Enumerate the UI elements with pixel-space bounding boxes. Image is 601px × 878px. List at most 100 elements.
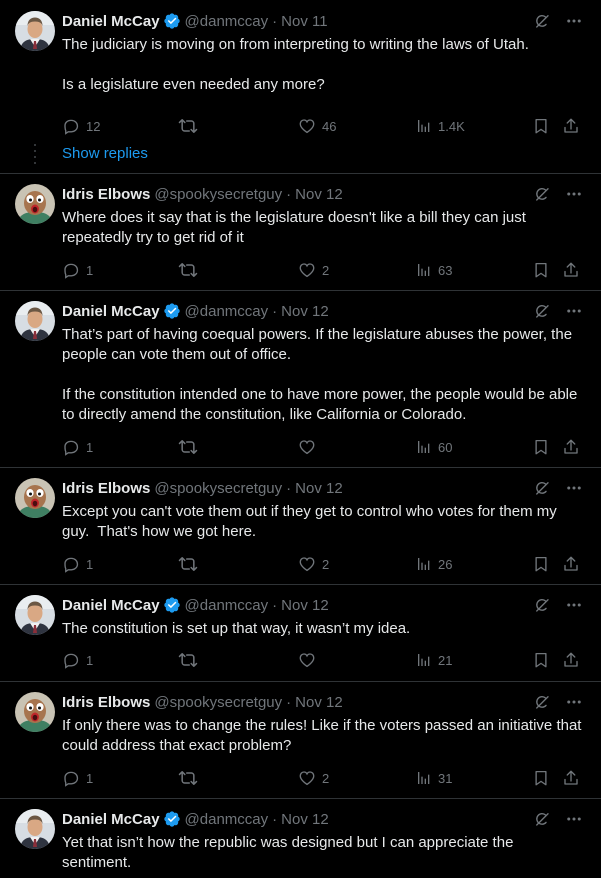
more-options-icon[interactable] bbox=[565, 693, 583, 711]
bookmark-button[interactable] bbox=[532, 650, 550, 670]
tweet-header: Daniel McCay @danmccay · Nov 12 bbox=[62, 809, 329, 829]
grok-icon[interactable] bbox=[533, 185, 551, 203]
tweet-header: Idris Elbows @spookysecretguy · Nov 12 bbox=[62, 692, 343, 712]
author-name[interactable]: Daniel McCay bbox=[62, 597, 160, 614]
views-button[interactable]: 63 bbox=[416, 260, 452, 280]
bookmark-button[interactable] bbox=[532, 260, 550, 280]
view-count: 63 bbox=[438, 262, 453, 278]
like-button[interactable]: 2 bbox=[298, 768, 329, 788]
tweet-actions: 1 2 63 bbox=[62, 260, 582, 280]
separator-dot: · bbox=[272, 596, 278, 614]
like-button[interactable]: 46 bbox=[298, 116, 336, 136]
retweet-button[interactable] bbox=[178, 437, 204, 457]
avatar[interactable] bbox=[15, 692, 55, 732]
show-replies-link[interactable]: Show replies bbox=[62, 145, 148, 162]
tweet-text: Where does it say that is the legislatur… bbox=[62, 209, 531, 246]
bookmark-button[interactable] bbox=[532, 768, 550, 788]
retweet-button[interactable] bbox=[178, 650, 204, 670]
share-button[interactable] bbox=[562, 437, 580, 457]
reply-count: 12 bbox=[86, 118, 101, 134]
like-button[interactable]: 2 bbox=[298, 260, 329, 280]
retweet-button[interactable] bbox=[178, 768, 204, 788]
author-name[interactable]: Daniel McCay bbox=[62, 13, 160, 30]
author-name[interactable]: Idris Elbows bbox=[62, 480, 150, 497]
grok-icon[interactable] bbox=[533, 596, 551, 614]
grok-icon[interactable] bbox=[533, 12, 551, 30]
tweet-actions: 1 2 26 bbox=[62, 554, 582, 574]
tweet-date[interactable]: Nov 12 bbox=[281, 811, 329, 828]
more-options-icon[interactable] bbox=[565, 810, 583, 828]
more-options-icon[interactable] bbox=[565, 479, 583, 497]
like-button[interactable] bbox=[298, 437, 322, 457]
reply-button[interactable]: 1 bbox=[62, 650, 93, 670]
retweet-button[interactable] bbox=[178, 260, 204, 280]
avatar[interactable] bbox=[15, 301, 55, 341]
more-options-icon[interactable] bbox=[565, 185, 583, 203]
retweet-button[interactable] bbox=[178, 116, 204, 136]
author-handle[interactable]: @danmccay bbox=[185, 303, 269, 320]
view-count: 26 bbox=[438, 556, 453, 572]
grok-icon[interactable] bbox=[533, 810, 551, 828]
more-options-icon[interactable] bbox=[565, 596, 583, 614]
avatar[interactable] bbox=[15, 595, 55, 635]
views-button[interactable]: 31 bbox=[416, 768, 452, 788]
verified-badge-icon bbox=[163, 810, 181, 828]
tweet-text: The constitution is set up that way, it … bbox=[62, 620, 411, 637]
share-button[interactable] bbox=[562, 260, 580, 280]
reply-button[interactable]: 12 bbox=[62, 116, 100, 136]
avatar[interactable] bbox=[15, 184, 55, 224]
separator-dot: · bbox=[272, 810, 278, 828]
tweet-text: Except you can't vote them out if they g… bbox=[62, 503, 561, 540]
like-button[interactable] bbox=[298, 650, 322, 670]
reply-count: 1 bbox=[86, 652, 94, 668]
avatar[interactable] bbox=[15, 478, 55, 518]
reply-button[interactable]: 1 bbox=[62, 437, 93, 457]
bookmark-button[interactable] bbox=[532, 554, 550, 574]
tweet-date[interactable]: Nov 12 bbox=[295, 186, 343, 203]
author-handle[interactable]: @danmccay bbox=[185, 597, 269, 614]
reply-button[interactable]: 1 bbox=[62, 260, 93, 280]
more-options-icon[interactable] bbox=[565, 302, 583, 320]
tweet-date[interactable]: Nov 12 bbox=[295, 694, 343, 711]
reply-button[interactable]: 1 bbox=[62, 554, 93, 574]
tweet-date[interactable]: Nov 12 bbox=[281, 597, 329, 614]
views-button[interactable]: 26 bbox=[416, 554, 452, 574]
grok-icon[interactable] bbox=[533, 693, 551, 711]
tweet-actions: 12 46 1.4K bbox=[62, 116, 582, 136]
reply-button[interactable]: 1 bbox=[62, 768, 93, 788]
tweet-date[interactable]: Nov 12 bbox=[281, 303, 329, 320]
retweet-button[interactable] bbox=[178, 554, 204, 574]
share-button[interactable] bbox=[562, 768, 580, 788]
author-name[interactable]: Daniel McCay bbox=[62, 811, 160, 828]
author-handle[interactable]: @spookysecretguy bbox=[154, 480, 282, 497]
grok-icon[interactable] bbox=[533, 479, 551, 497]
views-button[interactable]: 1.4K bbox=[416, 116, 465, 136]
views-button[interactable]: 21 bbox=[416, 650, 452, 670]
author-name[interactable]: Daniel McCay bbox=[62, 303, 160, 320]
avatar[interactable] bbox=[15, 11, 55, 51]
tweet-date[interactable]: Nov 11 bbox=[281, 13, 327, 30]
share-button[interactable] bbox=[562, 554, 580, 574]
view-count: 60 bbox=[438, 439, 453, 455]
avatar[interactable] bbox=[15, 809, 55, 849]
share-button[interactable] bbox=[562, 116, 580, 136]
more-options-icon[interactable] bbox=[565, 12, 583, 30]
like-count: 46 bbox=[322, 118, 337, 134]
views-button[interactable]: 60 bbox=[416, 437, 452, 457]
author-handle[interactable]: @spookysecretguy bbox=[154, 186, 282, 203]
author-handle[interactable]: @danmccay bbox=[185, 13, 269, 30]
separator-dot: · bbox=[272, 12, 278, 30]
author-name[interactable]: Idris Elbows bbox=[62, 186, 150, 203]
author-handle[interactable]: @danmccay bbox=[185, 811, 269, 828]
grok-icon[interactable] bbox=[533, 302, 551, 320]
author-name[interactable]: Idris Elbows bbox=[62, 694, 150, 711]
tweet-date[interactable]: Nov 12 bbox=[295, 480, 343, 497]
tweet-header: Idris Elbows @spookysecretguy · Nov 12 bbox=[62, 478, 343, 498]
verified-badge-icon bbox=[163, 596, 181, 614]
author-handle[interactable]: @spookysecretguy bbox=[154, 694, 282, 711]
like-button[interactable]: 2 bbox=[298, 554, 329, 574]
share-button[interactable] bbox=[562, 650, 580, 670]
bookmark-button[interactable] bbox=[532, 116, 550, 136]
bookmark-button[interactable] bbox=[532, 437, 550, 457]
verified-badge-icon bbox=[163, 302, 181, 320]
